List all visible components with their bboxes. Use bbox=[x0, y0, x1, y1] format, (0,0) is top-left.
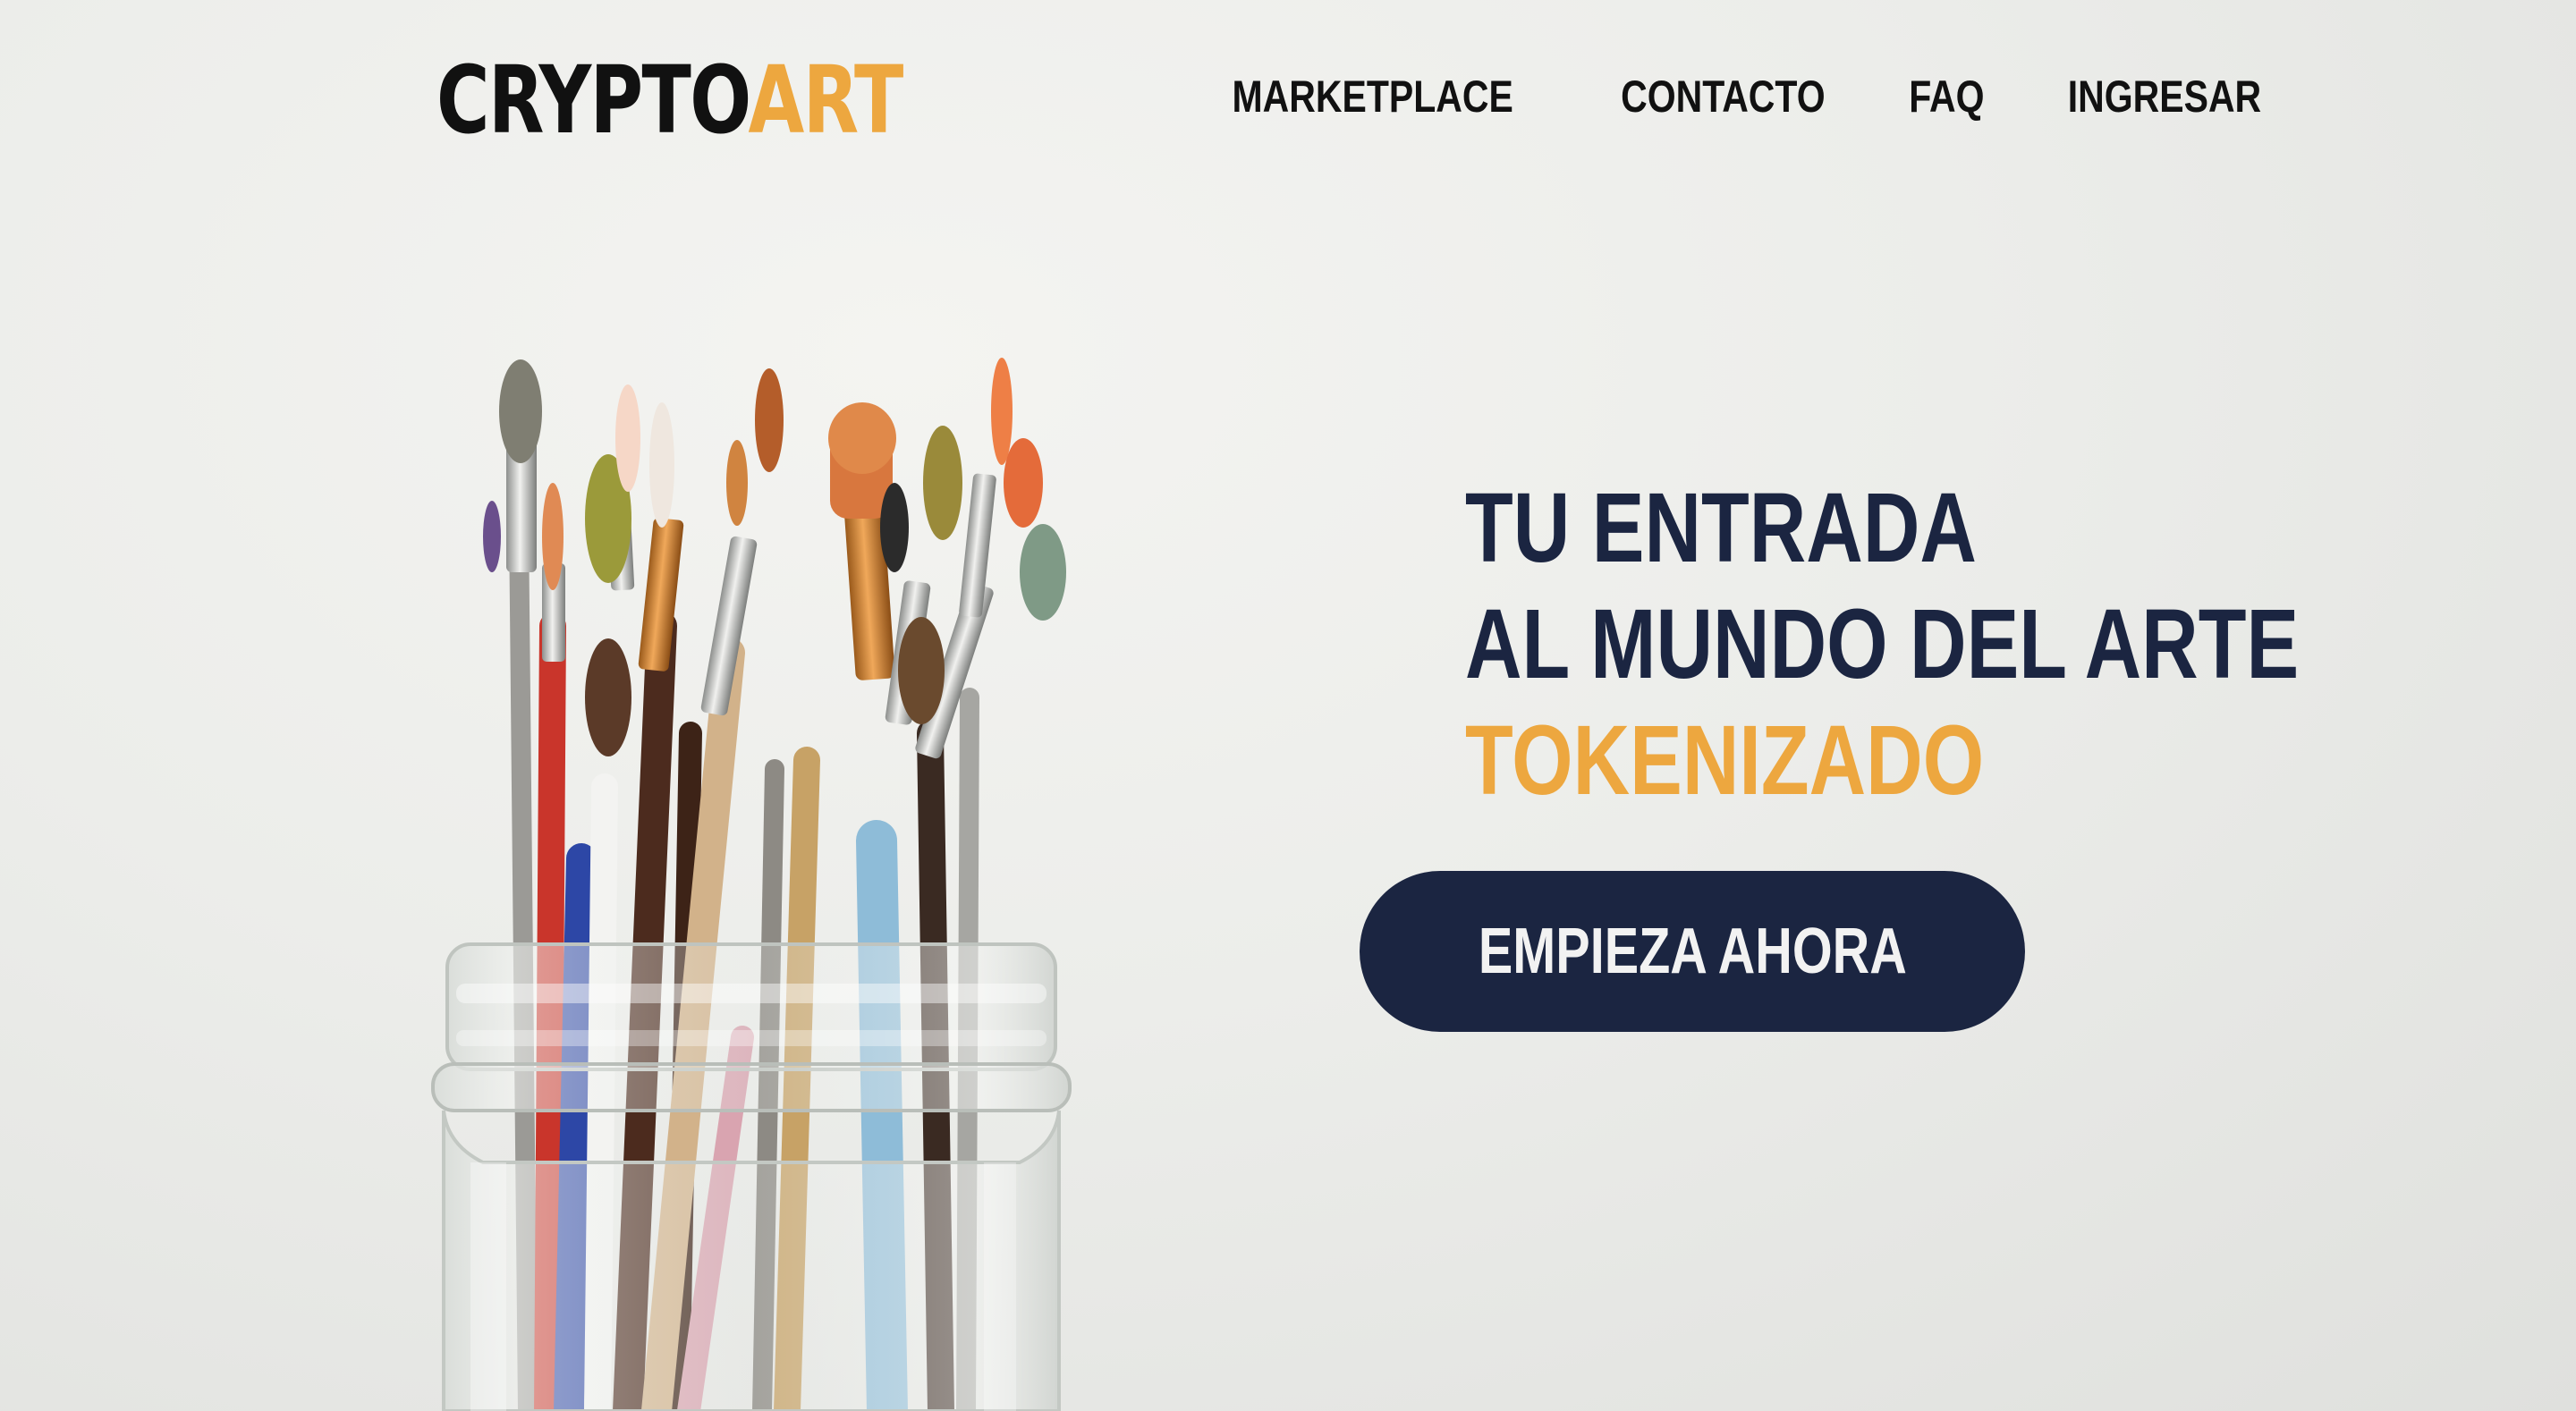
hero-heading: TU ENTRADA AL MUNDO DEL ARTE TOKENIZADO bbox=[1465, 470, 2507, 819]
landing-page: CRYPTOART MARKETPLACE CONTACTO FAQ INGRE… bbox=[0, 0, 2576, 1411]
logo-text-crypto: CRYPTO bbox=[436, 46, 750, 155]
empieza-ahora-button[interactable]: EMPIEZA AHORA bbox=[1360, 871, 2025, 1032]
main-nav: MARKETPLACE CONTACTO FAQ INGRESAR bbox=[1201, 70, 2283, 123]
logo-text-art: ART bbox=[748, 46, 904, 155]
nav-link-ingresar[interactable]: INGRESAR bbox=[2068, 70, 2261, 123]
hero-line-3: TOKENIZADO bbox=[1465, 706, 1985, 815]
hero-line-2: AL MUNDO DEL ARTE bbox=[1465, 589, 2300, 699]
nav-link-faq[interactable]: FAQ bbox=[1910, 70, 1985, 123]
nav-link-contacto[interactable]: CONTACTO bbox=[1621, 70, 1826, 123]
cta-label: EMPIEZA AHORA bbox=[1478, 916, 1907, 987]
paintbrush-jar-icon bbox=[394, 358, 1109, 1411]
cryptoart-logo[interactable]: CRYPTOART bbox=[436, 46, 904, 155]
nav-link-marketplace[interactable]: MARKETPLACE bbox=[1233, 70, 1513, 123]
hero-line-1: TU ENTRADA bbox=[1465, 473, 1977, 583]
